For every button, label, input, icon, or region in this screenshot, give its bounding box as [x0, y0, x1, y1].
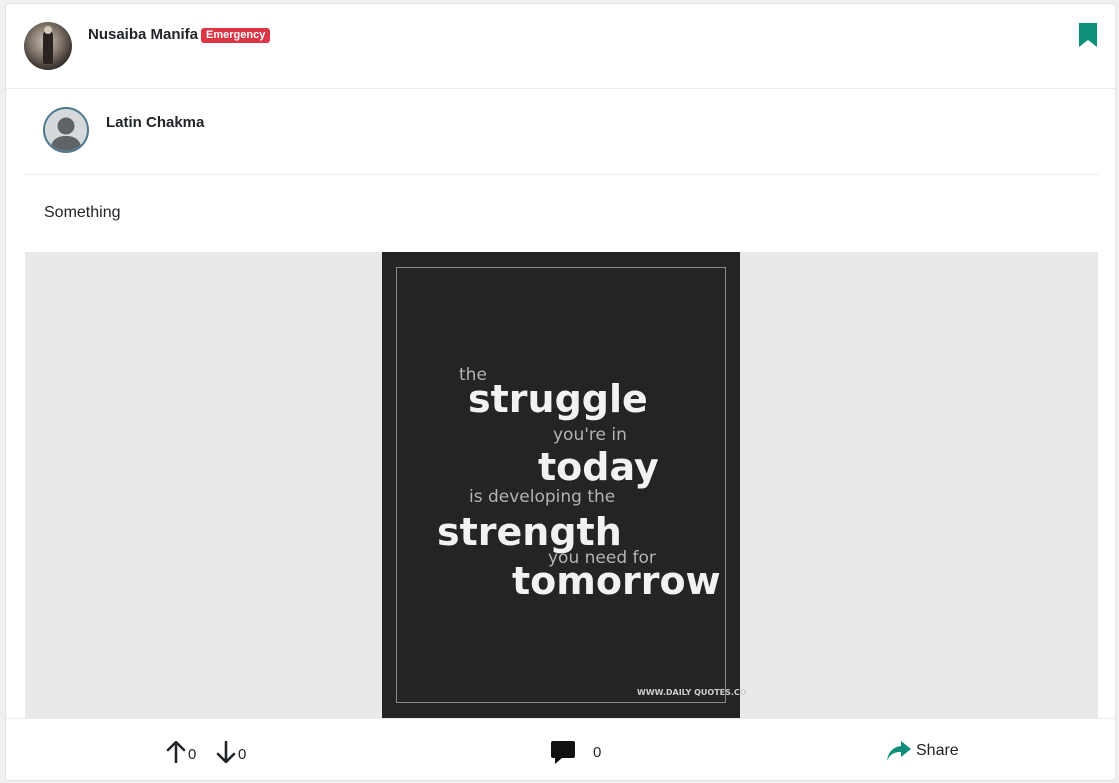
quote-line-tomorrow: tomorrow — [512, 559, 721, 603]
quote-line-strength: strength — [437, 510, 622, 554]
share-button[interactable]: Share — [886, 740, 959, 762]
downvote-button[interactable]: 0 — [216, 739, 246, 763]
shared-author-name[interactable]: Latin Chakma — [106, 114, 204, 131]
downvote-count: 0 — [238, 746, 247, 763]
shared-author-avatar[interactable] — [43, 107, 89, 153]
quote-poster-image[interactable]: the struggle you're in today is developi… — [382, 252, 747, 718]
post-actions-bar: 0 0 0 Share — [6, 718, 1115, 780]
quote-line-struggle: struggle — [468, 377, 648, 421]
avatar-head — [44, 26, 52, 34]
default-avatar-icon — [50, 117, 82, 151]
comment-icon — [551, 741, 575, 764]
quote-line-developing: is developing the — [469, 487, 616, 507]
post-image-container[interactable]: the struggle you're in today is developi… — [25, 252, 1098, 718]
share-label: Share — [916, 742, 959, 759]
post-text: Something — [44, 204, 121, 221]
upvote-button[interactable]: 0 — [166, 739, 196, 763]
arrow-up-icon — [166, 741, 186, 763]
quote-site-watermark: WWW.DAILY QUOTES.CO — [637, 688, 747, 697]
quote-line-today: today — [538, 445, 659, 489]
bookmark-icon — [1079, 23, 1097, 47]
emergency-badge: Emergency — [201, 28, 271, 43]
arrow-down-icon — [216, 741, 236, 763]
upvote-count: 0 — [188, 746, 197, 763]
quote-line-youre-in: you're in — [553, 425, 627, 445]
bookmark-button[interactable] — [1079, 23, 1097, 47]
avatar-figure — [43, 30, 53, 64]
author-name-row: Nusaiba Manifa Emergency — [88, 26, 271, 43]
author-avatar[interactable] — [24, 22, 72, 70]
comment-button[interactable]: 0 — [550, 739, 601, 765]
post-header: Nusaiba Manifa Emergency — [6, 4, 1115, 89]
comment-count: 0 — [593, 743, 602, 761]
post-card: Nusaiba Manifa Emergency Latin Chakma Som… — [5, 3, 1116, 781]
shared-from-row: Latin Chakma — [25, 90, 1098, 175]
author-name[interactable]: Nusaiba Manifa — [88, 26, 198, 43]
share-icon — [887, 741, 911, 761]
